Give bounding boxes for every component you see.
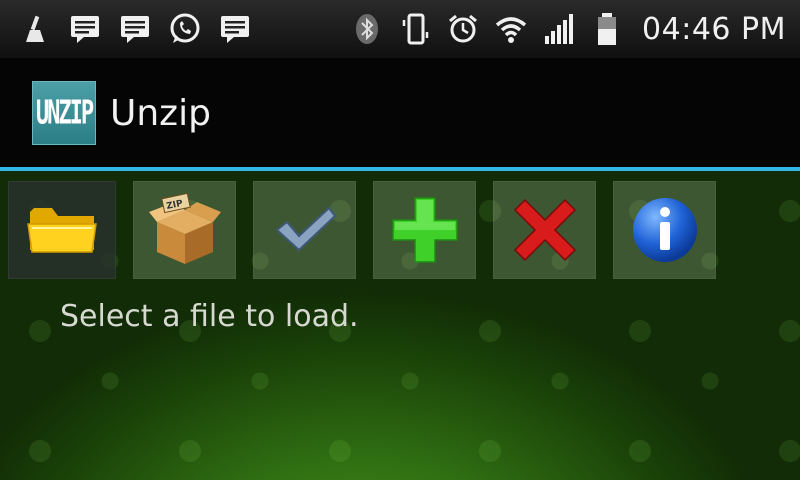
app-logo[interactable]: UNZIP — [32, 81, 96, 145]
clock: 04:46 PM — [642, 11, 786, 47]
vibrate-icon — [398, 12, 432, 46]
wifi-icon — [494, 12, 528, 46]
message-icon — [68, 12, 102, 46]
system-icons: 04:46 PM — [350, 12, 786, 47]
action-bar: UNZIP Unzip — [0, 58, 800, 168]
info-button[interactable] — [613, 181, 716, 279]
notification-icons — [18, 12, 252, 46]
plus-icon — [391, 197, 458, 263]
message-icon — [118, 12, 152, 46]
x-icon — [513, 198, 576, 262]
info-icon — [632, 198, 697, 262]
signal-icon — [542, 12, 576, 46]
cancel-button[interactable] — [493, 181, 596, 279]
message-icon — [218, 12, 252, 46]
open-folder-button[interactable] — [8, 181, 116, 279]
alarm-icon — [446, 12, 480, 46]
extract-button[interactable] — [253, 181, 356, 279]
app-logo-text: UNZIP — [35, 94, 94, 132]
battery-icon — [590, 12, 624, 46]
status-message: Select a file to load. — [60, 299, 359, 334]
folder-icon — [27, 208, 97, 253]
app-title: Unzip — [110, 92, 211, 134]
checkmark-icon — [274, 206, 336, 252]
bluetooth-icon — [350, 12, 384, 46]
zip-box-icon: ZIP — [148, 192, 221, 264]
main-content: ZIP Select a file to load. — [0, 171, 800, 480]
whatsapp-icon — [168, 12, 202, 46]
toolbar: ZIP — [8, 181, 716, 279]
broom-icon — [18, 12, 52, 46]
zip-button[interactable]: ZIP — [133, 181, 236, 279]
status-bar: 04:46 PM — [0, 0, 800, 58]
add-button[interactable] — [373, 181, 476, 279]
